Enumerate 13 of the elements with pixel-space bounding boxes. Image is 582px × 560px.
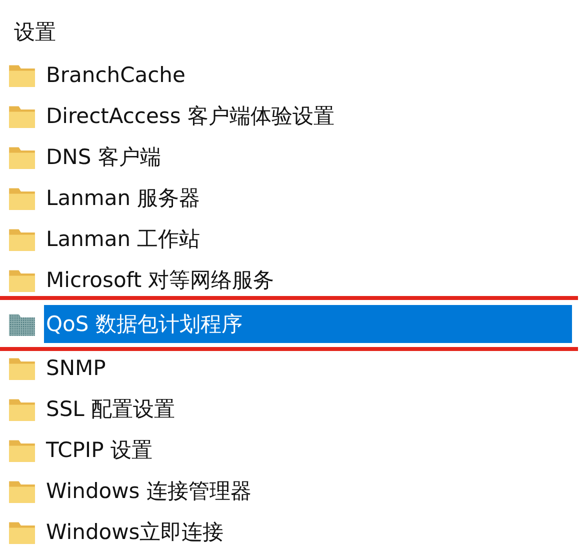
list-item[interactable]: TCPIP 设置: [44, 430, 158, 468]
list-item[interactable]: BranchCache: [44, 56, 192, 94]
list-item[interactable]: Microsoft 对等网络服务: [44, 260, 280, 298]
list-item[interactable]: SSL 配置设置: [44, 390, 182, 428]
list-item[interactable]: Windows 连接管理器: [44, 472, 258, 510]
list-item[interactable]: Lanman 服务器: [44, 178, 206, 216]
list-item[interactable]: Windows立即连接: [44, 512, 230, 550]
list-item[interactable]: DNS 客户端: [44, 138, 167, 176]
list-item[interactable]: Lanman 工作站: [44, 220, 206, 258]
list-item[interactable]: DirectAccess 客户端体验设置: [44, 96, 340, 134]
list-item[interactable]: QoS 数据包计划程序: [44, 304, 572, 342]
section-heading: 设置: [13, 19, 57, 46]
list-item[interactable]: SNMP: [44, 348, 112, 386]
